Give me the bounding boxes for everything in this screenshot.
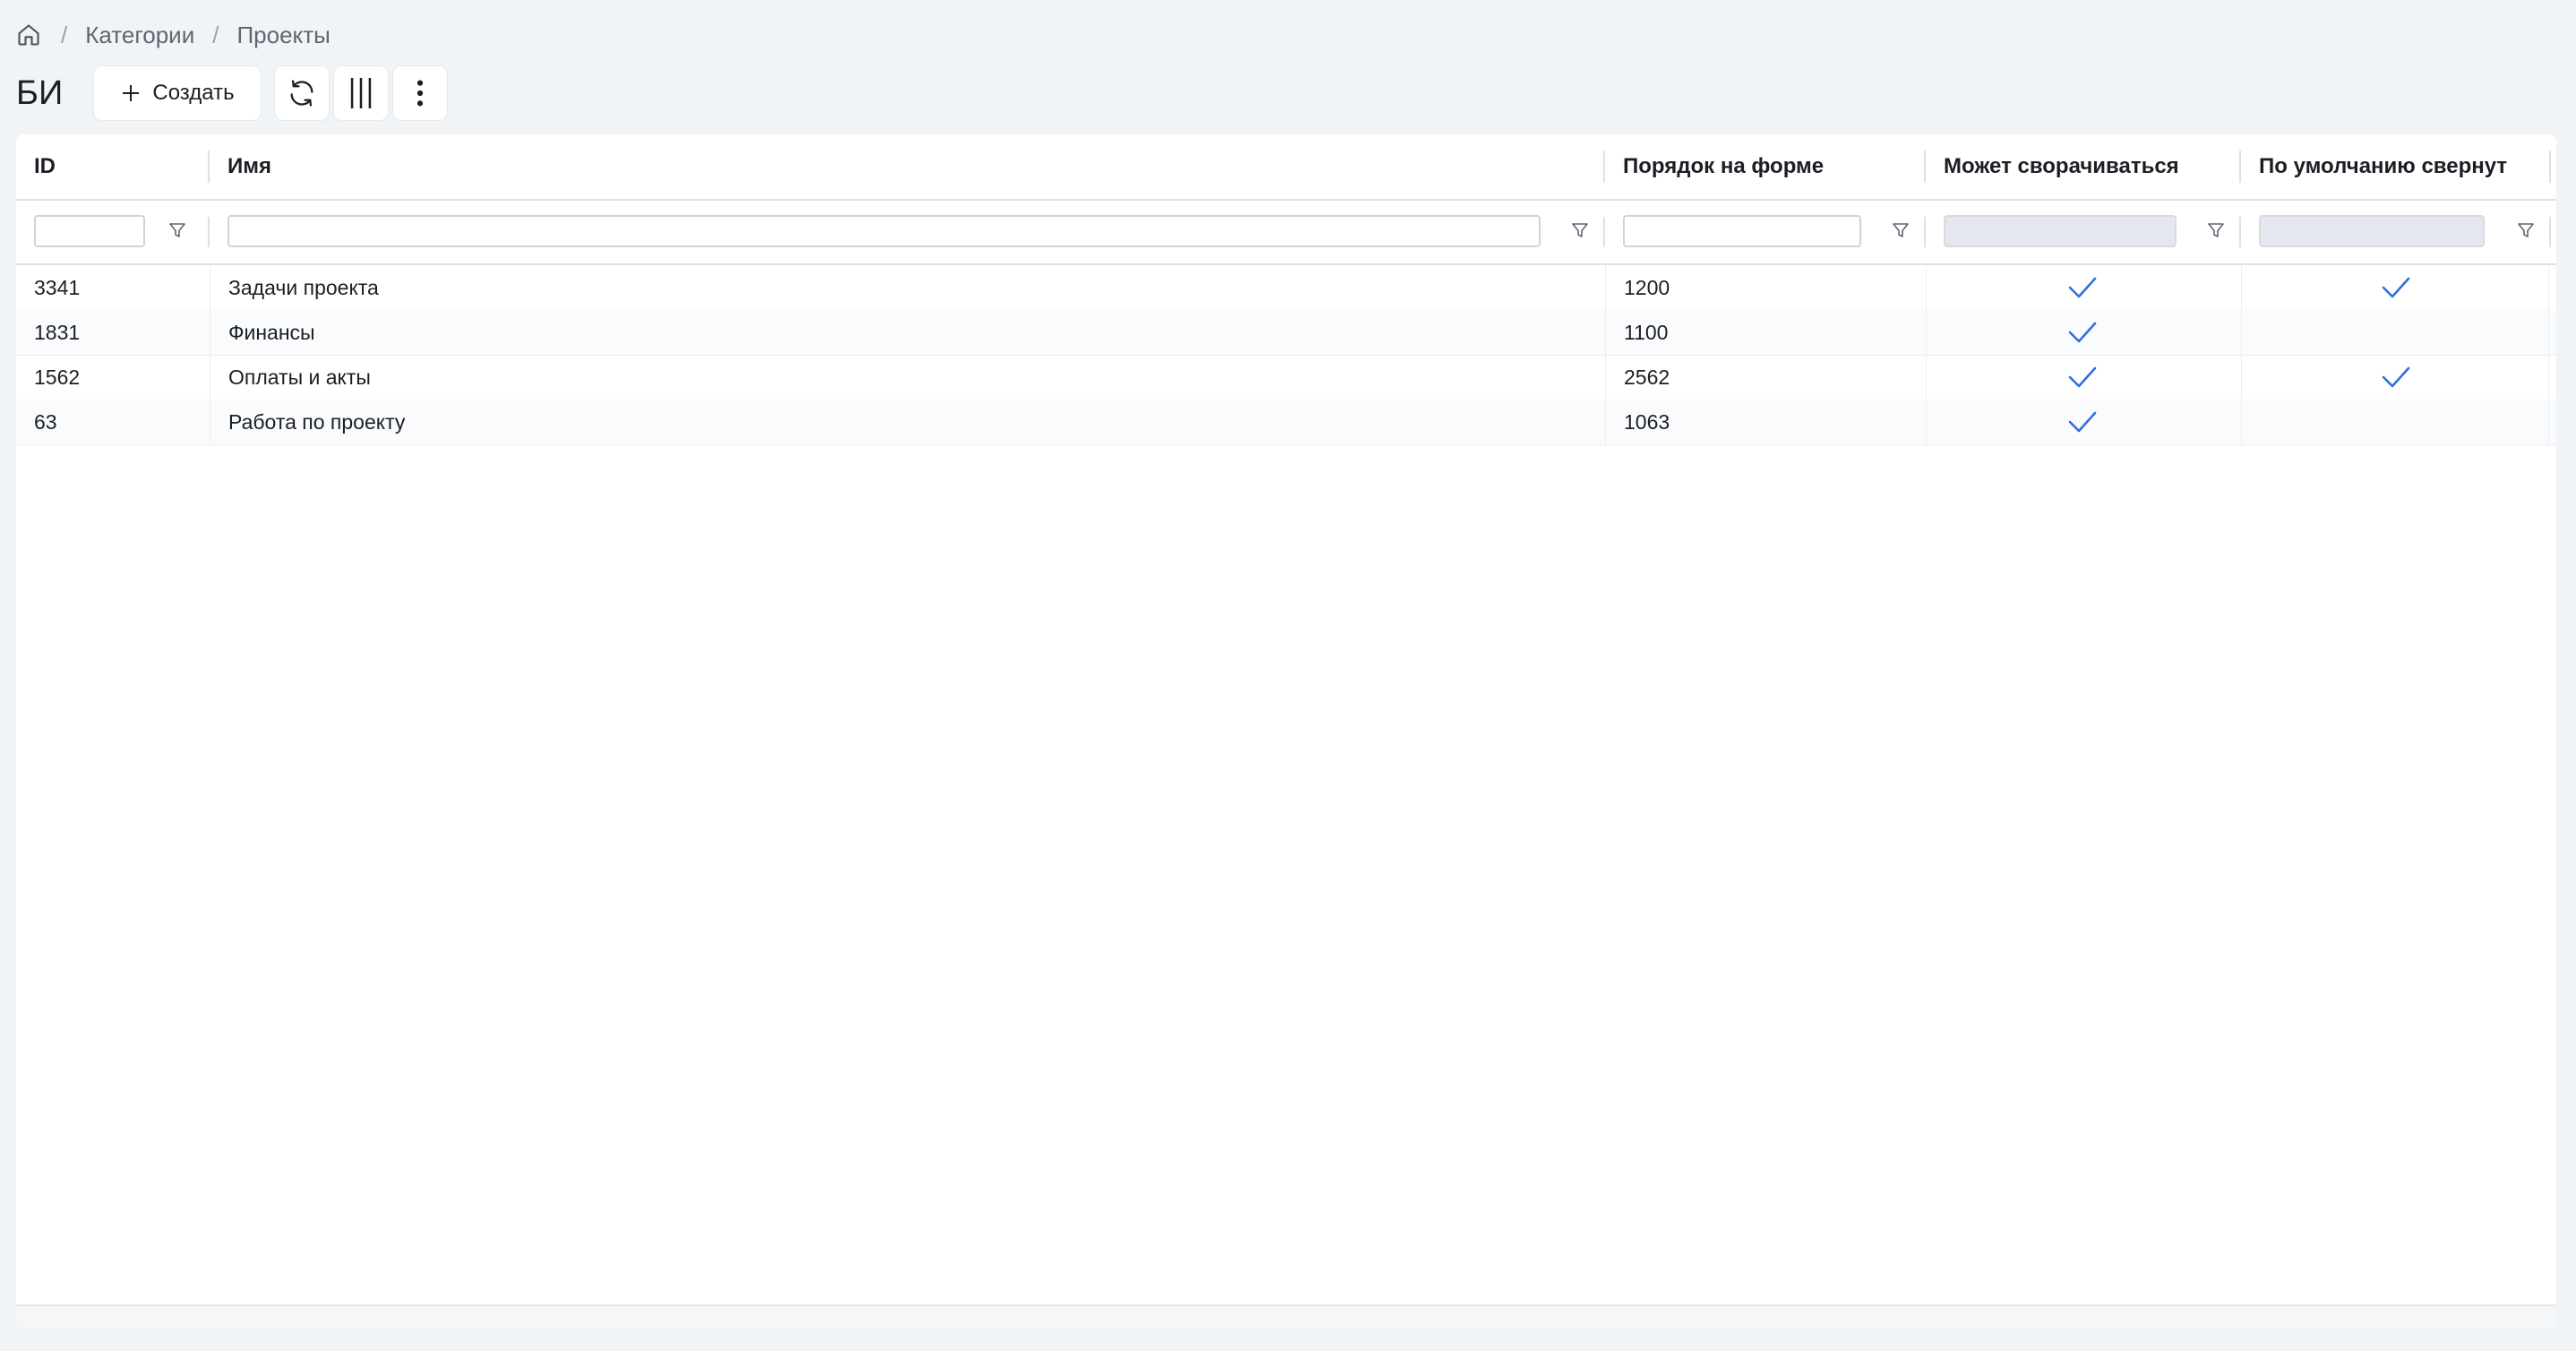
filter-input-id[interactable] [34, 215, 145, 247]
column-header-collapsible[interactable]: Может сворачиваться [1926, 134, 2241, 199]
table-row[interactable]: 3341 Задачи проекта 1200 [16, 265, 2556, 311]
cell-name: Оплаты и акты [210, 355, 1603, 400]
filter-row [16, 199, 2556, 265]
create-button[interactable]: Создать [93, 65, 262, 121]
home-icon[interactable] [16, 22, 43, 48]
filter-separator [208, 217, 210, 247]
breadcrumb-separator: / [61, 21, 68, 48]
cell-name: Работа по проекту [210, 400, 1603, 444]
filter-icon[interactable] [167, 219, 188, 241]
table-row[interactable]: 1562 Оплаты и акты 2562 [16, 355, 2556, 400]
filter-separator [1603, 217, 1605, 247]
breadcrumb-item-categories[interactable]: Категории [85, 22, 194, 49]
cell-collapsed [2241, 400, 2549, 444]
checkmark-icon [2068, 411, 2097, 433]
more-vertical-icon [416, 80, 424, 107]
cell-name: Финансы [210, 310, 1603, 355]
more-button[interactable] [392, 65, 448, 121]
columns-button[interactable] [333, 65, 389, 121]
grid-header: ID Имя Порядок на форме Может сворачиват… [16, 134, 2556, 201]
plus-icon [123, 85, 140, 101]
column-resizer[interactable] [2549, 151, 2551, 183]
filter-input-collapsible [1944, 215, 2177, 247]
filter-icon[interactable] [2515, 219, 2537, 241]
column-header-collapsed[interactable]: По умолчанию свернут [2241, 134, 2549, 199]
checkmark-icon [2382, 277, 2410, 298]
cell-order: 1200 [1605, 265, 1924, 310]
filter-icon[interactable] [1890, 219, 1911, 241]
page-title: БИ [16, 73, 64, 112]
cell-order: 1100 [1605, 310, 1924, 355]
cell-order: 2562 [1605, 355, 1924, 400]
column-header-name[interactable]: Имя [210, 134, 1605, 199]
table-row[interactable]: 63 Работа по проекту 1063 [16, 400, 2556, 445]
cell-id: 63 [34, 409, 57, 434]
filter-separator [2239, 217, 2241, 247]
checkmark-icon [2068, 366, 2097, 388]
horizontal-scrollbar[interactable] [16, 1304, 2556, 1329]
checkmark-icon [2382, 366, 2410, 388]
cell-name: Задачи проекта [210, 265, 1603, 310]
create-button-label: Создать [152, 81, 235, 105]
checkmark-icon [2068, 277, 2097, 298]
toolbar: БИ Создать [16, 65, 448, 122]
cell-order: 1063 [1605, 400, 1924, 444]
filter-input-order[interactable] [1623, 215, 1861, 247]
filter-input-name[interactable] [228, 215, 1541, 247]
columns-icon [350, 78, 372, 108]
cell-id: 1562 [34, 365, 81, 389]
column-header-order[interactable]: Порядок на форме [1605, 134, 1926, 199]
filter-separator [1924, 217, 1926, 247]
column-header-id[interactable]: ID [16, 134, 208, 199]
filter-icon[interactable] [1569, 219, 1591, 241]
data-grid: ID Имя Порядок на форме Может сворачиват… [16, 134, 2556, 1329]
filter-separator [2549, 217, 2551, 247]
filter-icon[interactable] [2205, 219, 2227, 241]
breadcrumb: / Категории / Проекты [16, 18, 331, 52]
checkmark-icon [2068, 322, 2097, 343]
refresh-icon [290, 80, 313, 107]
breadcrumb-item-projects[interactable]: Проекты [236, 22, 330, 49]
cell-collapsed [2241, 310, 2549, 355]
filter-input-collapsed [2259, 215, 2485, 247]
table-row[interactable]: 1831 Финансы 1100 [16, 310, 2556, 356]
cell-id: 1831 [34, 320, 81, 344]
breadcrumb-separator: / [212, 21, 219, 48]
cell-id: 3341 [34, 275, 81, 299]
refresh-button[interactable] [274, 65, 330, 121]
